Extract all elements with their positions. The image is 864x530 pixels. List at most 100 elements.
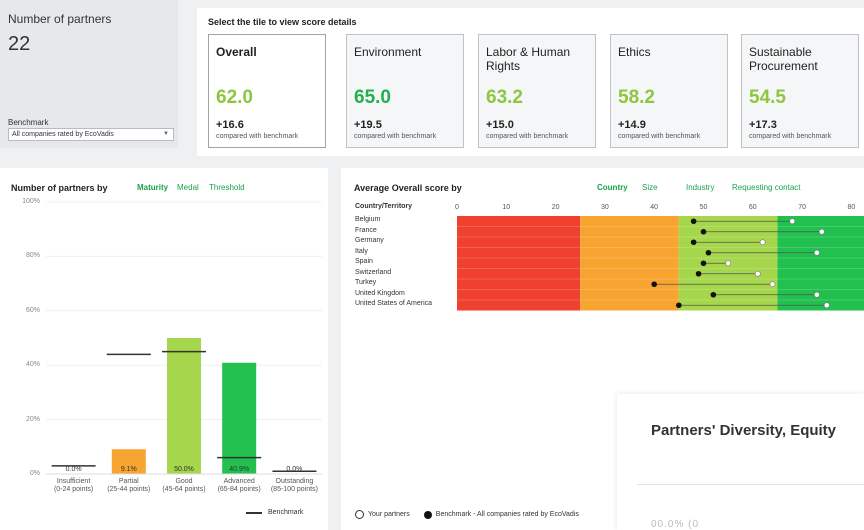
x-tick-label: 70 — [798, 204, 806, 211]
benchmark-dot — [690, 218, 697, 225]
legend-yours: Your partners — [368, 511, 410, 518]
benchmark-dot — [695, 270, 702, 277]
category-range: (45-64 points) — [162, 486, 206, 493]
x-tick-label: 10 — [502, 204, 511, 211]
tile-delta: +15.0 — [486, 119, 514, 131]
benchmark-dot — [676, 302, 682, 309]
tile-environment[interactable]: Environment 65.0 +19.5 compared with ben… — [346, 34, 464, 148]
bar-category-label: Insufficient (0-24 points) — [46, 478, 102, 494]
tile-sustainable-procurement[interactable]: Sustainable Procurement 54.5 +17.3 compa… — [741, 34, 859, 148]
benchmark-dot — [700, 260, 707, 267]
x-tick-label: 80 — [847, 204, 856, 211]
x-tick-label: 0 — [455, 204, 459, 211]
tile-delta: +17.3 — [749, 119, 777, 131]
tile-name: Environment — [354, 45, 422, 59]
your-partners-dot — [725, 260, 732, 267]
tile-name: Labor & Human Rights — [486, 45, 571, 73]
country-label: Germany — [355, 237, 384, 245]
x-tick-label: 20 — [551, 204, 560, 211]
benchmark-dot — [705, 249, 712, 256]
benchmark-dot — [690, 239, 697, 246]
dei-title: Partners' Diversity, Equity — [651, 422, 837, 439]
divider — [637, 484, 864, 485]
your-partners-dot — [813, 249, 820, 256]
y-tick-label: 40% — [25, 361, 40, 369]
country-label: Switzerland — [355, 268, 392, 276]
tile-sub: compared with benchmark — [354, 133, 437, 140]
bar-category-label: Advanced (65-84 points) — [211, 478, 267, 494]
category-name: Partial — [118, 478, 139, 485]
category-range: (25-44 points) — [107, 486, 151, 493]
bar-category-label: Partial (25-44 points) — [101, 478, 157, 494]
benchmark-legend-line — [246, 511, 262, 514]
maturity-chart-panel: Number of partners by Maturity Medal Thr… — [0, 168, 328, 530]
tile-score: 62.0 — [216, 87, 253, 108]
benchmark-dot — [710, 291, 717, 298]
benchmark-select[interactable]: All companies rated by EcoVadis ▼ — [8, 128, 174, 141]
benchmark-select-value: All companies rated by EcoVadis — [12, 131, 114, 138]
x-tick-label: 30 — [600, 204, 609, 211]
x-tick-label: 60 — [748, 204, 757, 211]
tile-name: Sustainable Procurement — [749, 45, 818, 73]
maturity-bar-chart: 0.0% 9.1% 50.0% 40.9% 0.0% — [46, 201, 322, 475]
country-label: United Kingdom — [355, 289, 405, 297]
tile-sub: compared with benchmark — [749, 133, 832, 140]
tile-sub: compared with benchmark — [486, 133, 569, 140]
your-partners-dot — [818, 228, 825, 235]
benchmark-dot — [700, 228, 707, 235]
bar-value-label: 50.0% — [174, 466, 194, 473]
filled-circle-icon — [423, 510, 432, 519]
benchmark-label: Benchmark — [8, 118, 49, 127]
benchmark-dot — [651, 281, 657, 288]
category-name: Advanced — [223, 478, 255, 485]
category-name: Outstanding — [275, 478, 314, 485]
score-band — [457, 216, 581, 311]
country-label: France — [355, 226, 377, 234]
country-label: Italy — [355, 247, 368, 255]
open-circle-icon — [355, 510, 364, 519]
category-range: (0-24 points) — [53, 486, 94, 493]
y-tick-label: 0% — [29, 470, 40, 477]
your-partners-dot — [769, 281, 776, 288]
tiles-title: Select the tile to view score details — [208, 17, 357, 27]
score-band — [580, 216, 679, 311]
dei-card[interactable]: Partners' Diversity, Equity 00.0% (0 — [617, 394, 864, 530]
tile-ethics[interactable]: Ethics 58.2 +14.9 compared with benchmar… — [610, 34, 728, 148]
bar — [167, 338, 201, 474]
tile-sub: compared with benchmark — [618, 133, 701, 140]
country-label: Turkey — [355, 279, 377, 287]
benchmark-legend: Benchmark — [246, 509, 303, 516]
tile-name: Ethics — [618, 45, 651, 59]
bar-value-label: 0.0% — [66, 466, 82, 473]
tile-delta: +14.9 — [618, 119, 646, 131]
category-range: (65-84 points) — [217, 486, 261, 493]
tile-labor-human-rights[interactable]: Labor & Human Rights 63.2 +15.0 compared… — [478, 34, 596, 148]
dei-value: 00.0% (0 — [651, 519, 700, 530]
your-partners-dot — [813, 291, 820, 298]
bar-value-label: 9.1% — [121, 466, 137, 473]
x-tick-label: 40 — [650, 204, 659, 211]
score-legend: Your partners Benchmark - All companies … — [355, 510, 579, 519]
category-name: Good — [175, 478, 193, 485]
tile-delta: +16.6 — [216, 119, 244, 131]
y-tick-label: 60% — [25, 306, 40, 314]
bar-category-label: Good (45-64 points) — [156, 478, 212, 494]
tile-score: 58.2 — [618, 87, 655, 108]
tile-score: 65.0 — [354, 87, 391, 108]
tile-overall[interactable]: Overall 62.0 +16.6 compared with benchma… — [208, 34, 326, 148]
chevron-down-icon: ▼ — [163, 131, 169, 137]
partners-count: 22 — [8, 33, 31, 55]
partners-label: Number of partners — [8, 12, 112, 26]
x-tick-label: 50 — [699, 204, 708, 211]
legend-benchmark: Benchmark - All companies rated by EcoVa… — [435, 511, 579, 518]
score-tiles-panel: Select the tile to view score details Ov… — [197, 8, 864, 156]
partners-card: Number of partners 22 Benchmark All comp… — [0, 0, 178, 148]
category-name: Insufficient — [56, 478, 91, 485]
tile-score: 54.5 — [749, 87, 786, 108]
tile-sub: compared with benchmark — [216, 133, 299, 140]
your-partners-dot — [823, 302, 830, 309]
tile-delta: +19.5 — [354, 119, 382, 131]
your-partners-dot — [789, 218, 796, 225]
bar-category-label: Outstanding (85-100 points) — [266, 478, 322, 494]
benchmark-legend-label: Benchmark — [268, 509, 304, 516]
